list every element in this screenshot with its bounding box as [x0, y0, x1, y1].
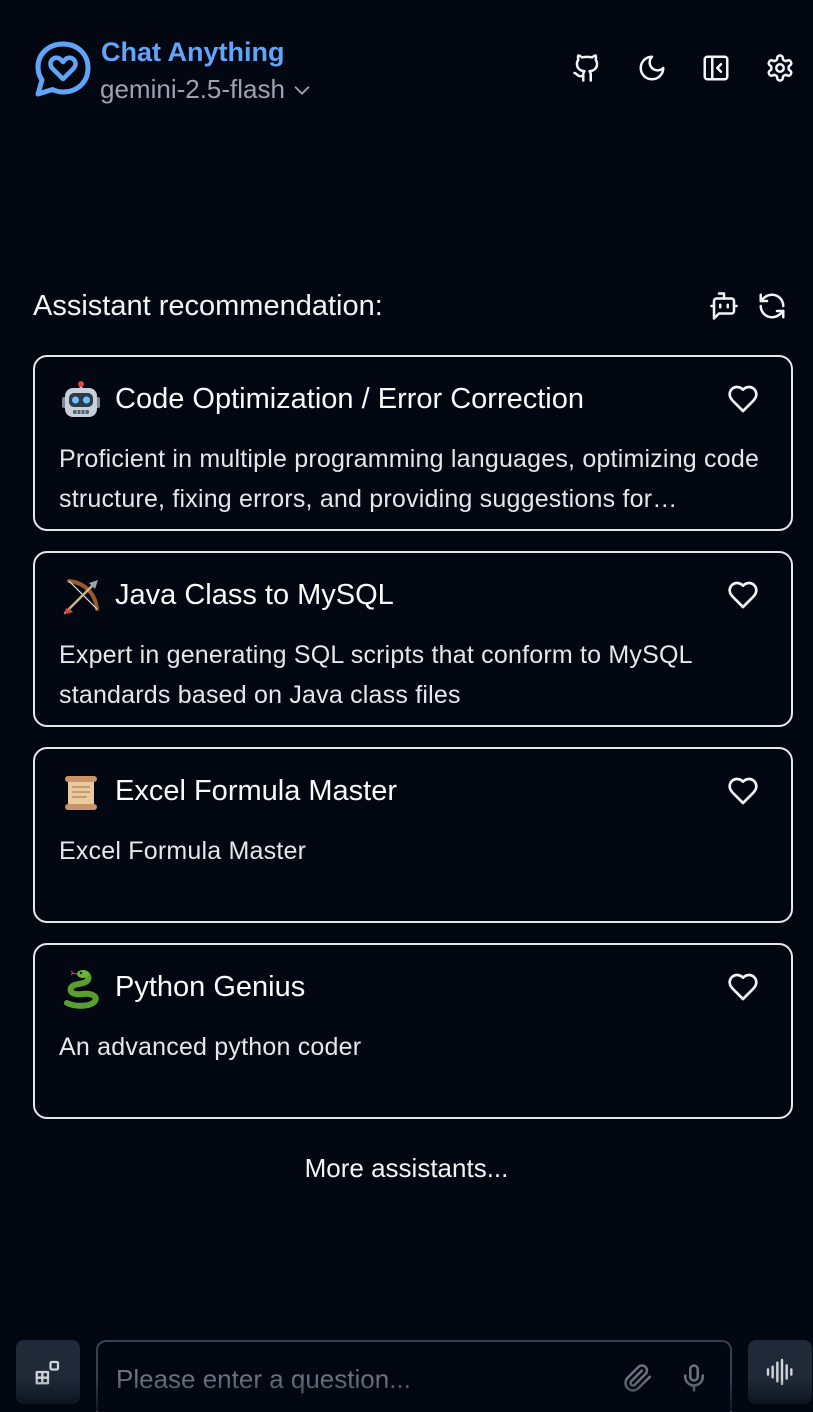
tools-button[interactable] — [16, 1340, 80, 1404]
sidebar-toggle-button[interactable] — [698, 50, 734, 86]
assistants-button[interactable] — [706, 288, 742, 324]
github-icon — [573, 54, 599, 82]
composer — [0, 1330, 813, 1412]
assistant-title: Code Optimization / Error Correction — [115, 383, 584, 415]
assistant-description: An advanced python coder — [59, 1033, 362, 1061]
voice-mode-button[interactable] — [748, 1340, 812, 1404]
model-name: gemini-2.5-flash — [100, 74, 285, 104]
heart-icon — [728, 973, 758, 1001]
settings-button[interactable] — [762, 50, 798, 86]
microphone-button[interactable] — [676, 1360, 712, 1396]
more-assistants-link[interactable]: More assistants... — [0, 1148, 813, 1188]
theme-toggle-button[interactable] — [634, 50, 670, 86]
favorite-button[interactable] — [725, 969, 761, 1005]
microphone-icon — [684, 1364, 704, 1392]
heart-icon — [728, 581, 758, 609]
bot-icon — [710, 292, 738, 320]
assistant-card[interactable]: Code Optimization / Error Correction Pro… — [33, 355, 793, 531]
tools-grid-icon — [35, 1360, 60, 1385]
model-selector[interactable]: gemini-2.5-flash — [100, 73, 313, 105]
scroll-emoji-icon — [65, 776, 97, 810]
header: Chat Anything gemini-2.5-flash — [0, 0, 813, 140]
refresh-icon — [759, 293, 785, 319]
section-title: Assistant recommendation: — [33, 290, 383, 322]
gear-icon — [767, 54, 793, 82]
assistant-description: Expert in generating SQL scripts that co… — [59, 641, 692, 709]
question-input-box — [96, 1340, 732, 1412]
question-input[interactable] — [114, 1356, 618, 1402]
chat-heart-logo — [35, 41, 91, 97]
robot-emoji-icon — [62, 381, 100, 417]
snake-emoji-icon — [64, 970, 99, 1009]
voice-wave-icon — [766, 1358, 793, 1386]
github-button[interactable] — [569, 50, 605, 86]
paperclip-icon — [624, 1364, 652, 1392]
heart-icon — [728, 777, 758, 805]
favorite-button[interactable] — [725, 773, 761, 809]
assistant-description: Proficient in multiple programming langu… — [59, 445, 760, 513]
attach-button[interactable] — [620, 1360, 656, 1396]
app-title: Chat Anything — [101, 37, 285, 67]
assistant-title: Java Class to MySQL — [115, 579, 394, 611]
heart-icon — [728, 385, 758, 413]
assistant-title: Excel Formula Master — [115, 775, 398, 807]
favorite-button[interactable] — [725, 577, 761, 613]
sidebar-collapse-icon — [703, 55, 729, 81]
assistant-card[interactable]: Excel Formula Master Excel Formula Maste… — [33, 747, 793, 923]
favorite-button[interactable] — [725, 381, 761, 417]
assistant-card[interactable]: Python Genius An advanced python coder — [33, 943, 793, 1119]
moon-icon — [639, 55, 665, 81]
assistant-card[interactable]: Java Class to MySQL Expert in generating… — [33, 551, 793, 727]
refresh-button[interactable] — [754, 288, 790, 324]
assistant-title: Python Genius — [115, 971, 306, 1003]
chevron-down-icon — [294, 86, 310, 95]
assistant-description: Excel Formula Master — [59, 837, 307, 865]
bow-and-arrow-emoji-icon — [63, 579, 99, 615]
